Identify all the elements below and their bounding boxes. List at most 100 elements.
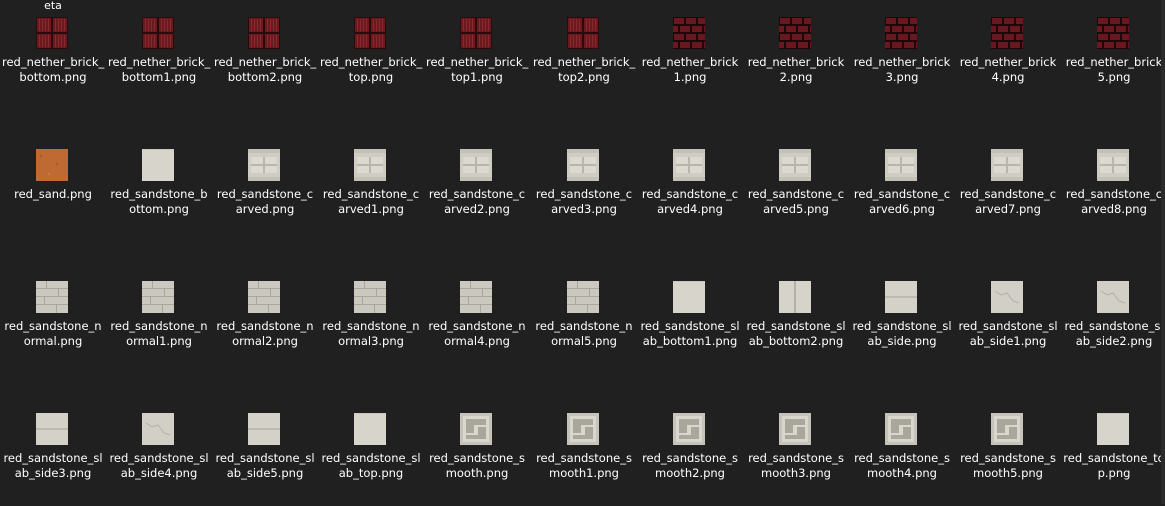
sandstone-carved-icon bbox=[673, 149, 705, 181]
file-item[interactable]: red_nether_brick_ top2.png bbox=[531, 0, 637, 110]
file-item[interactable]: red_sandstone_b ottom.png bbox=[106, 132, 212, 242]
file-item[interactable]: red_sand.png bbox=[0, 132, 106, 242]
sandstone-smooth-icon bbox=[779, 413, 811, 445]
file-item[interactable]: red_nether_brick_ top.png bbox=[318, 0, 424, 110]
sandstone-cracked-icon bbox=[142, 413, 174, 445]
sandstone-carved-icon bbox=[885, 149, 917, 181]
file-item[interactable]: red_sandstone_sl ab_side3.png bbox=[0, 396, 106, 506]
file-item[interactable]: red_sandstone_sl ab_side4.png bbox=[106, 396, 212, 506]
sandstone-brick-icon bbox=[36, 281, 68, 313]
file-name-label: red_sandstone_sl ab_bottom2.png bbox=[746, 319, 846, 348]
file-item[interactable]: red_sandstone_c arved1.png bbox=[318, 132, 424, 242]
file-name-label: red_sandstone_c arved.png bbox=[216, 187, 314, 216]
file-name-label: red_sandstone_c arved2.png bbox=[428, 187, 526, 216]
sandstone-brick-icon bbox=[354, 281, 386, 313]
file-item[interactable]: red_nether_brick_ bottom.png bbox=[0, 0, 106, 110]
sandstone-brick-icon bbox=[460, 281, 492, 313]
file-name-label: red_nether_brick 4.png bbox=[959, 55, 1057, 84]
file-name-label: red_sandstone_n ormal.png bbox=[4, 319, 102, 348]
sandstone-brick-icon bbox=[567, 281, 599, 313]
file-name-label: red_nether_brick_ top.png bbox=[320, 55, 423, 84]
file-item[interactable]: red_sandstone_n ormal3.png bbox=[318, 264, 424, 374]
file-name-label: red_sandstone_sl ab_side2.png bbox=[1064, 319, 1164, 348]
file-name-label: red_sandstone_n ormal5.png bbox=[535, 319, 633, 348]
file-name-label: red_sandstone_c arved5.png bbox=[747, 187, 845, 216]
file-item[interactable]: red_sandstone_c arved7.png bbox=[955, 132, 1061, 242]
sandstone-brick-icon bbox=[248, 281, 280, 313]
sandstone-carved-icon bbox=[460, 149, 492, 181]
file-name-label: red_sandstone_s mooth3.png bbox=[748, 451, 844, 480]
file-item[interactable]: red_sandstone_sl ab_top.png bbox=[318, 396, 424, 506]
file-item[interactable]: red_sandstone_sl ab_bottom1.png bbox=[637, 264, 743, 374]
file-name-label: red_nether_brick 1.png bbox=[641, 55, 739, 84]
file-name-label: red_sandstone_c arved7.png bbox=[959, 187, 1057, 216]
sandstone-plain-icon bbox=[354, 413, 386, 445]
file-item[interactable]: red_sandstone_c arved5.png bbox=[743, 132, 849, 242]
file-item[interactable]: red_sandstone_s mooth2.png bbox=[637, 396, 743, 506]
file-name-label: red_sandstone_n ormal3.png bbox=[322, 319, 420, 348]
file-name-label: red_nether_brick_ bottom.png bbox=[2, 55, 105, 84]
sandstone-brick-icon bbox=[142, 281, 174, 313]
file-item[interactable]: red_sandstone_n ormal2.png bbox=[212, 264, 318, 374]
sandstone-smooth-icon bbox=[460, 413, 492, 445]
file-name-label: red_sandstone_c arved4.png bbox=[641, 187, 739, 216]
sandstone-smooth-icon bbox=[885, 413, 917, 445]
file-item[interactable]: red_nether_brick_ bottom1.png bbox=[106, 0, 212, 110]
file-item[interactable]: red_sandstone_sl ab_side2.png bbox=[1061, 264, 1165, 374]
file-item[interactable]: red_sandstone_s mooth3.png bbox=[743, 396, 849, 506]
file-item[interactable]: red_sandstone_c arved4.png bbox=[637, 132, 743, 242]
file-item[interactable]: red_nether_brick_ top1.png bbox=[424, 0, 530, 110]
file-item[interactable]: red_nether_brick 1.png bbox=[637, 0, 743, 110]
red-sand-icon bbox=[36, 149, 68, 181]
file-item[interactable]: red_nether_brick_ bottom2.png bbox=[212, 0, 318, 110]
file-grid-view: eta red_nether_brick_ bottom.png red_neth… bbox=[0, 0, 1165, 504]
file-name-label: red_sandstone_c arved6.png bbox=[853, 187, 951, 216]
sandstone-plain-icon bbox=[1097, 413, 1129, 445]
file-item[interactable]: red_nether_brick 5.png bbox=[1061, 0, 1165, 110]
nether-brick-grid-icon bbox=[36, 17, 68, 49]
nether-brick-grid-icon bbox=[460, 17, 492, 49]
file-item[interactable]: red_sandstone_c arved8.png bbox=[1061, 132, 1165, 242]
scrollbar-track[interactable] bbox=[1161, 0, 1165, 504]
file-item[interactable]: red_sandstone_s mooth.png bbox=[424, 396, 530, 506]
file-item[interactable]: red_sandstone_c arved2.png bbox=[424, 132, 530, 242]
sandstone-carved-icon bbox=[567, 149, 599, 181]
file-item[interactable]: red_nether_brick 2.png bbox=[743, 0, 849, 110]
nether-brick-wall-icon bbox=[980, 17, 1032, 49]
sandstone-plain-icon bbox=[673, 281, 705, 313]
sandstone-carved-icon bbox=[248, 149, 280, 181]
file-name-label: red_sand.png bbox=[14, 187, 92, 201]
file-name-label: red_nether_brick_ bottom2.png bbox=[214, 55, 317, 84]
file-item[interactable]: red_sandstone_sl ab_side1.png bbox=[955, 264, 1061, 374]
file-item[interactable]: red_sandstone_c arved.png bbox=[212, 132, 318, 242]
file-item[interactable]: red_sandstone_n ormal4.png bbox=[424, 264, 530, 374]
file-name-label: red_sandstone_sl ab_side1.png bbox=[958, 319, 1058, 348]
file-name-label: red_nether_brick_ bottom1.png bbox=[108, 55, 211, 84]
file-name-label: red_sandstone_c arved1.png bbox=[322, 187, 420, 216]
file-item[interactable]: red_sandstone_to p.png bbox=[1061, 396, 1165, 506]
sandstone-slab-icon bbox=[248, 413, 280, 445]
file-item[interactable]: red_sandstone_n ormal1.png bbox=[106, 264, 212, 374]
file-item[interactable]: red_sandstone_s mooth4.png bbox=[849, 396, 955, 506]
file-item[interactable]: red_sandstone_c arved3.png bbox=[531, 132, 637, 242]
file-item[interactable]: red_sandstone_sl ab_side5.png bbox=[212, 396, 318, 506]
file-item[interactable]: red_sandstone_sl ab_side.png bbox=[849, 264, 955, 374]
file-name-label: red_nether_brick 2.png bbox=[747, 55, 845, 84]
file-item[interactable]: red_sandstone_s mooth5.png bbox=[955, 396, 1061, 506]
file-item[interactable]: red_sandstone_n ormal5.png bbox=[531, 264, 637, 374]
file-item[interactable]: red_nether_brick 4.png bbox=[955, 0, 1061, 110]
file-item[interactable]: red_sandstone_c arved6.png bbox=[849, 132, 955, 242]
sandstone-smooth-icon bbox=[673, 413, 705, 445]
nether-brick-wall-icon bbox=[1086, 17, 1138, 49]
nether-brick-grid-icon bbox=[567, 17, 599, 49]
sandstone-cracked-icon bbox=[1097, 281, 1129, 313]
file-name-label: red_sandstone_b ottom.png bbox=[110, 187, 208, 216]
file-item[interactable]: red_sandstone_n ormal.png bbox=[0, 264, 106, 374]
nether-brick-grid-icon bbox=[142, 17, 174, 49]
file-item[interactable]: red_nether_brick 3.png bbox=[849, 0, 955, 110]
nether-brick-wall-icon bbox=[874, 17, 926, 49]
file-name-label: red_sandstone_sl ab_bottom1.png bbox=[640, 319, 740, 348]
file-name-label: red_sandstone_sl ab_top.png bbox=[321, 451, 421, 480]
file-item[interactable]: red_sandstone_s mooth1.png bbox=[531, 396, 637, 506]
file-item[interactable]: red_sandstone_sl ab_bottom2.png bbox=[743, 264, 849, 374]
